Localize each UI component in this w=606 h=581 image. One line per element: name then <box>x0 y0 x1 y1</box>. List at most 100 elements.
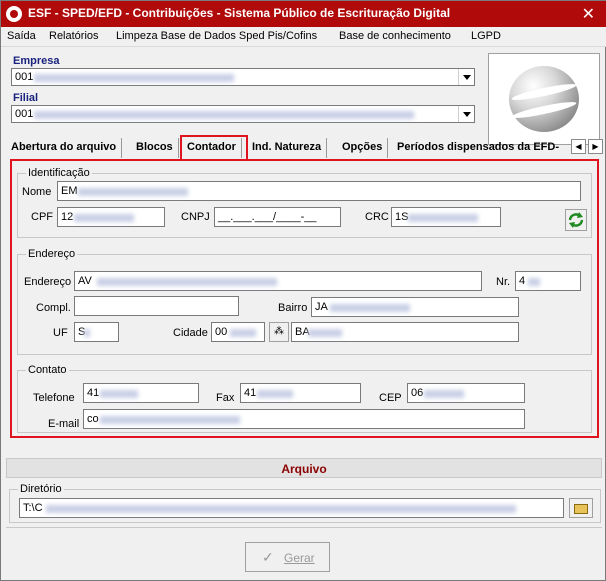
cnpj-value: __.___.___/____-__ <box>218 211 317 223</box>
tab-abertura[interactable]: Abertura do arquivo <box>6 138 123 158</box>
diretorio-value: T:\C <box>23 502 43 514</box>
diretorio-label: Diretório <box>18 483 64 495</box>
refresh-icon <box>568 212 584 228</box>
diretorio-redacted <box>46 505 516 513</box>
active-tab-highlight <box>180 135 248 161</box>
menu-relatorios[interactable]: Relatórios <box>49 30 99 42</box>
check-icon: ✓ <box>262 549 274 565</box>
tab-blocos[interactable]: Blocos <box>131 138 179 158</box>
arquivo-header: Arquivo <box>6 458 602 478</box>
cpf-label: CPF <box>31 211 53 223</box>
endereco-redacted <box>97 278 277 286</box>
menu-base-conhecimento[interactable]: Base de conhecimento <box>339 30 451 42</box>
app-logo-icon <box>6 6 22 22</box>
bottom-separator <box>6 527 602 528</box>
title-bar: ESF - SPED/EFD - Contribuições - Sistema… <box>1 1 606 27</box>
bairro-redacted <box>330 304 410 312</box>
endereco-value: AV <box>78 275 92 287</box>
cep-label: CEP <box>379 392 402 404</box>
tab-scroll-right-icon[interactable]: ▶ <box>588 139 603 154</box>
cpf-redacted <box>74 214 134 222</box>
bairro-label: Bairro <box>278 302 308 314</box>
menu-lgpd[interactable]: LGPD <box>471 30 501 42</box>
chevron-down-icon[interactable] <box>458 106 474 122</box>
cidade-code-field[interactable]: 00 <box>211 322 265 342</box>
cnpj-field[interactable]: __.___.___/____-__ <box>214 207 341 227</box>
arquivo-title: Arquivo <box>281 462 327 476</box>
company-logo <box>488 53 600 145</box>
nr-value: 4 <box>519 275 526 287</box>
fax-field[interactable]: 41 <box>240 383 361 403</box>
bairro-field[interactable]: JA <box>311 297 519 317</box>
nr-field[interactable]: 4 <box>515 271 581 291</box>
uf-label: UF <box>53 327 68 339</box>
nome-field[interactable]: EM <box>57 181 581 201</box>
cnpj-label: CNPJ <box>181 211 210 223</box>
tab-ind-natureza[interactable]: Ind. Natureza <box>247 138 328 158</box>
compl-field[interactable] <box>74 296 239 316</box>
gerar-label: Gerar <box>284 551 315 565</box>
cidade-name-redacted <box>308 329 342 337</box>
contato-title: Contato <box>26 364 69 376</box>
bairro-value: JA <box>315 301 328 313</box>
city-search-button[interactable]: ⁂ <box>269 322 289 342</box>
folder-icon <box>574 504 588 514</box>
main-window: ESF - SPED/EFD - Contribuições - Sistema… <box>0 0 606 581</box>
close-icon[interactable]: ✕ <box>582 4 595 24</box>
cep-redacted <box>424 390 464 398</box>
nome-redacted <box>78 188 188 196</box>
cep-field[interactable]: 06 <box>407 383 525 403</box>
tab-scroll-left-icon[interactable]: ◀ <box>571 139 586 154</box>
email-redacted <box>100 416 240 424</box>
compl-label: Compl. <box>36 302 71 314</box>
window-title: ESF - SPED/EFD - Contribuições - Sistema… <box>28 6 451 20</box>
telefone-value: 41 <box>87 387 100 399</box>
nome-value: EM <box>61 185 78 197</box>
filial-select[interactable]: 001 <box>11 105 475 123</box>
email-label: E-mail <box>48 418 80 430</box>
gerar-button[interactable]: ✓ Gerar <box>245 542 330 572</box>
telefone-redacted <box>100 390 138 398</box>
menu-limpeza-base[interactable]: Limpeza Base de Dados Sped Pis/Cofins <box>116 30 317 42</box>
uf-field[interactable]: S <box>74 322 119 342</box>
cidade-name-field[interactable]: BA <box>291 322 519 342</box>
empresa-redacted <box>34 74 234 82</box>
email-value: co <box>87 413 99 425</box>
endereco-label: Endereço <box>24 276 72 288</box>
cidade-code-value: 00 <box>215 326 228 338</box>
fax-label: Fax <box>216 392 235 404</box>
tab-bar: Abertura do arquivo Blocos Contador Ind.… <box>6 138 604 158</box>
nr-label: Nr. <box>496 276 511 288</box>
filial-redacted <box>34 111 414 119</box>
binoculars-icon: ⁂ <box>274 326 284 337</box>
tab-periodos[interactable]: Períodos dispensados da EFD- <box>392 138 564 158</box>
cpf-field[interactable]: 12 <box>57 207 165 227</box>
fax-value: 41 <box>244 387 257 399</box>
identificacao-title: Identificação <box>26 167 92 179</box>
filial-value: 001 <box>15 108 34 120</box>
empresa-value: 001 <box>15 71 34 83</box>
endereco-field[interactable]: AV <box>74 271 482 291</box>
diretorio-field[interactable]: T:\C <box>19 498 564 518</box>
globe-logo-icon <box>509 66 579 132</box>
chevron-down-icon[interactable] <box>458 69 474 85</box>
menu-saida[interactable]: Saída <box>7 30 36 42</box>
telefone-field[interactable]: 41 <box>83 383 199 403</box>
browse-folder-button[interactable] <box>569 498 593 518</box>
nr-redacted <box>528 278 540 286</box>
cidade-label: Cidade <box>173 327 208 339</box>
cep-value: 06 <box>411 387 424 399</box>
crc-field[interactable]: 1S <box>391 207 501 227</box>
email-field[interactable]: co <box>83 409 525 429</box>
menu-bar: Saída Relatórios Limpeza Base de Dados S… <box>1 27 606 47</box>
telefone-label: Telefone <box>33 392 75 404</box>
filial-label: Filial <box>13 92 39 104</box>
empresa-select[interactable]: 001 <box>11 68 475 86</box>
cpf-value: 12 <box>61 211 74 223</box>
tab-opcoes[interactable]: Opções <box>337 138 389 158</box>
uf-redacted <box>84 329 90 337</box>
nome-label: Nome <box>22 186 52 198</box>
refresh-button[interactable] <box>565 209 587 231</box>
empresa-label: Empresa <box>13 55 60 67</box>
crc-label: CRC <box>365 211 389 223</box>
